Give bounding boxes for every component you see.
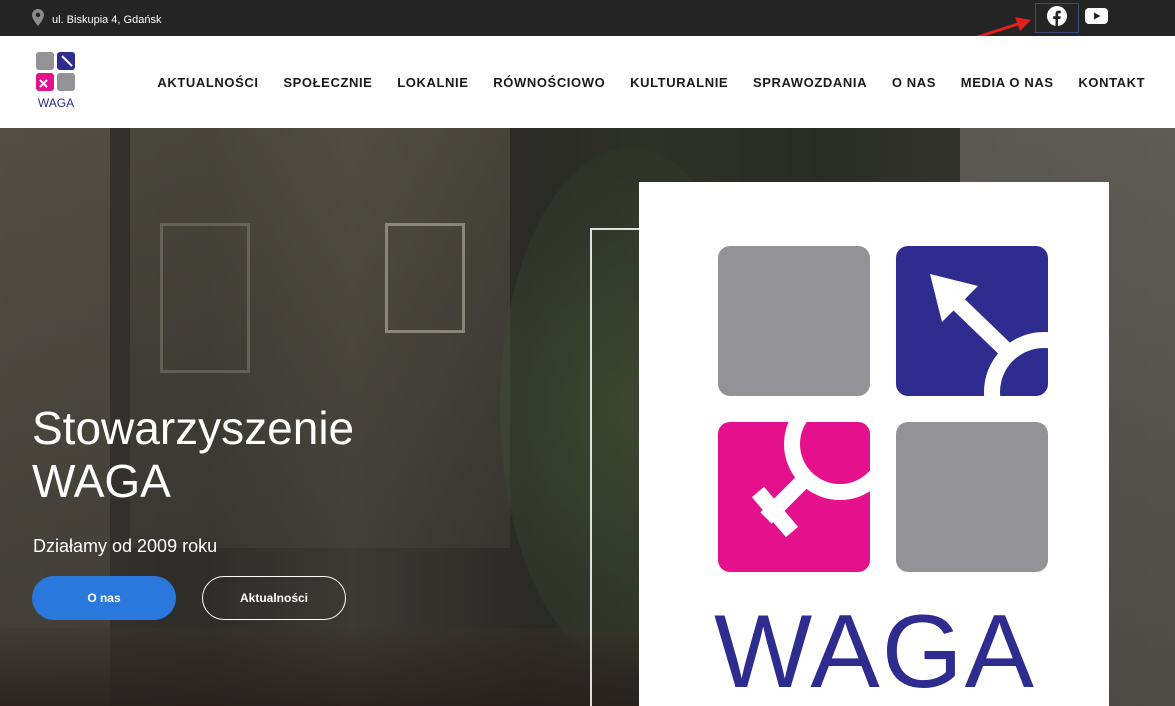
nav-o-nas[interactable]: O NAS	[879, 75, 948, 90]
logo-text: WAGA	[37, 96, 75, 110]
logo-tile-female-symbol	[718, 422, 870, 572]
map-pin-icon	[32, 9, 44, 30]
news-button[interactable]: Aktualności	[202, 576, 346, 620]
logo-mark-icon	[36, 52, 75, 91]
site-logo[interactable]: WAGA	[34, 52, 78, 112]
nav-sprawozdania[interactable]: SPRAWOZDANIA	[741, 75, 880, 90]
nav-aktualnosci[interactable]: AKTUALNOŚCI	[145, 75, 271, 90]
address: ul. Biskupia 4, Gdańsk	[32, 9, 161, 30]
hero-title: Stowarzyszenie WAGA	[32, 402, 355, 507]
hero-background-window	[385, 223, 465, 333]
top-bar: ul. Biskupia 4, Gdańsk	[0, 0, 1175, 54]
site-header: WAGA AKTUALNOŚCI SPOŁECZNIE LOKALNIE RÓW…	[0, 36, 1175, 128]
nav-kontakt[interactable]: KONTAKT	[1066, 75, 1158, 90]
hero-background-crowd	[0, 628, 640, 706]
nav-kulturalnie[interactable]: KULTURALNIE	[618, 75, 741, 90]
logo-tile-gray	[718, 246, 870, 396]
hero-logo-card: WAGA	[639, 182, 1109, 706]
logo-tile-gray	[896, 422, 1048, 572]
nav-rownosciowo[interactable]: RÓWNOŚCIOWO	[481, 75, 618, 90]
logo-wordmark: WAGA	[714, 594, 1036, 706]
logo-tile-male-symbol	[896, 246, 1048, 396]
hero-section: Stowarzyszenie WAGA Działamy od 2009 rok…	[0, 128, 1175, 706]
about-us-button[interactable]: O nas	[32, 576, 176, 620]
facebook-icon	[1047, 6, 1067, 30]
male-symbol-icon	[930, 274, 1048, 396]
main-nav: AKTUALNOŚCI SPOŁECZNIE LOKALNIE RÓWNOŚCI…	[145, 36, 1158, 128]
hero-background-window	[160, 223, 250, 373]
nav-media-o-nas[interactable]: MEDIA O NAS	[948, 75, 1066, 90]
nav-spolecznie[interactable]: SPOŁECZNIE	[271, 75, 385, 90]
facebook-link[interactable]	[1035, 3, 1079, 33]
female-symbol-icon	[751, 422, 870, 538]
address-text: ul. Biskupia 4, Gdańsk	[52, 13, 162, 26]
youtube-icon	[1084, 8, 1108, 28]
youtube-link[interactable]	[1084, 7, 1108, 29]
hero-subtitle: Działamy od 2009 roku	[33, 536, 218, 556]
nav-lokalnie[interactable]: LOKALNIE	[385, 75, 481, 90]
